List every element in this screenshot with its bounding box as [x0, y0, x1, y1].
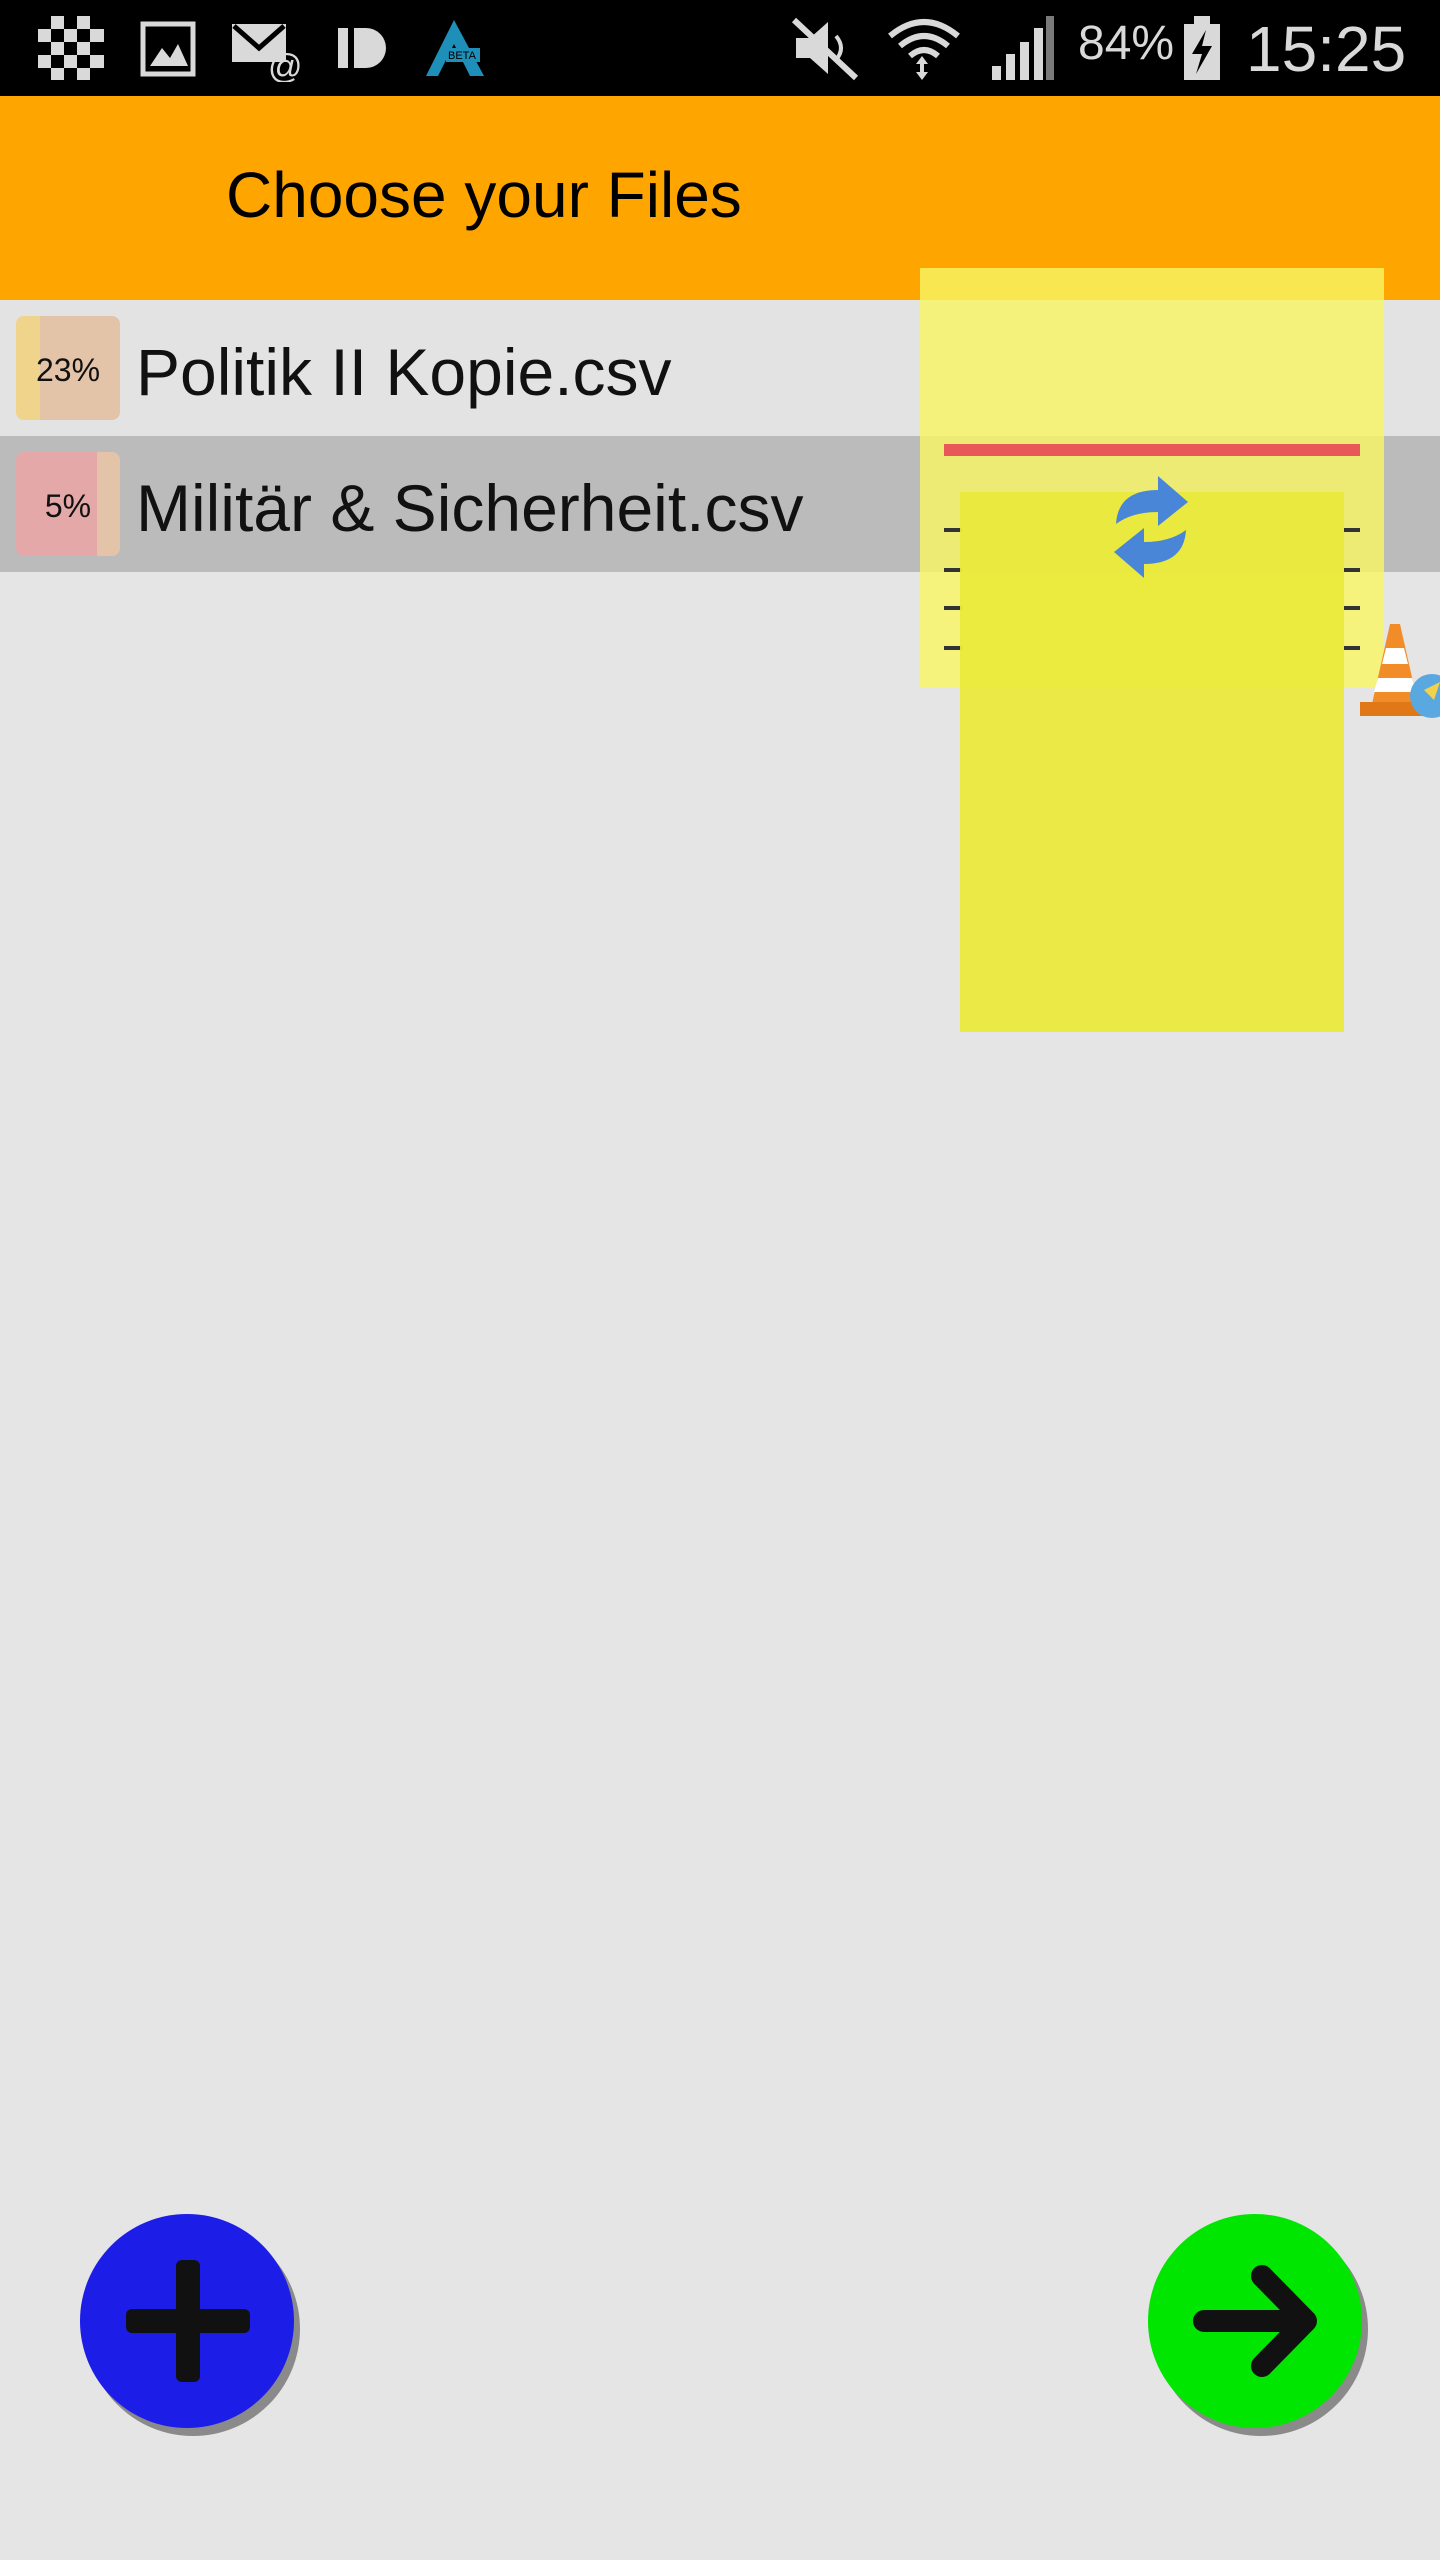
gallery-icon — [140, 21, 196, 77]
next-button[interactable] — [1148, 2214, 1362, 2428]
email-icon: @ — [232, 24, 303, 82]
page-title: Choose your Files — [226, 159, 742, 231]
file-name: Politik II Kopie.csv — [136, 335, 672, 409]
beta-app-icon: BETA — [426, 20, 484, 76]
svg-text:@: @ — [268, 48, 303, 82]
file-name: Militär & Sicherheit.csv — [136, 471, 804, 545]
checkerboard-icon — [38, 16, 104, 80]
sync-icon[interactable] — [1106, 472, 1196, 582]
arrow-right-icon — [1193, 2265, 1317, 2377]
progress-label: 5% — [44, 488, 92, 524]
battery-percent: 84% — [1078, 17, 1175, 70]
wifi-icon — [888, 19, 960, 80]
overlay-tick — [1344, 568, 1360, 572]
plus-icon — [126, 2260, 250, 2382]
status-time: 15:25 — [1246, 13, 1407, 85]
mute-icon — [791, 17, 859, 81]
progress-label: 23% — [35, 352, 101, 388]
overlay-tick — [1344, 528, 1360, 532]
status-bar: @ BETA 84% 15:25 — [0, 0, 1440, 96]
overlay-tick — [1344, 646, 1360, 650]
traffic-cone-icon — [1360, 624, 1440, 718]
signal-icon — [992, 16, 1054, 80]
app-icon — [338, 28, 386, 68]
battery-charging-icon — [1184, 16, 1220, 80]
overlay-divider — [944, 444, 1360, 456]
progress-indicator: 23% — [16, 316, 120, 420]
overlay-tick — [1344, 606, 1360, 610]
add-file-button[interactable] — [80, 2214, 294, 2428]
progress-indicator: 5% — [16, 452, 120, 556]
svg-text:BETA: BETA — [448, 50, 477, 62]
